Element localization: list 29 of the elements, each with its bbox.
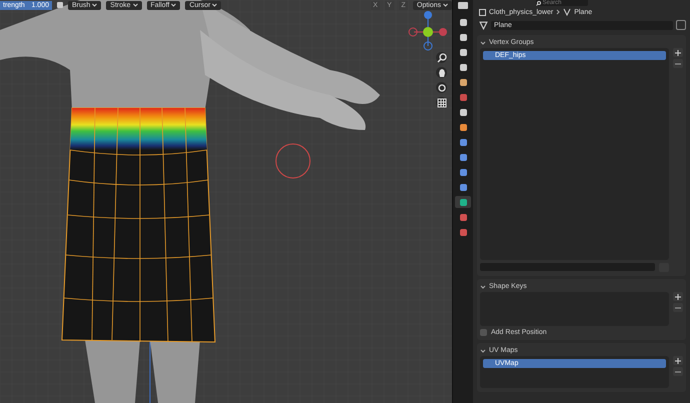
remove-button[interactable] — [673, 59, 683, 68]
caret-icon — [171, 3, 176, 7]
plus-icon — [675, 50, 681, 56]
minus-icon — [675, 368, 681, 374]
caret-icon — [92, 3, 98, 7]
plus-icon — [675, 358, 681, 364]
chevron-icon[interactable] — [480, 40, 486, 46]
minus-icon — [675, 304, 681, 310]
add-button[interactable] — [673, 292, 683, 301]
plus-icon — [675, 294, 681, 300]
search-icon — [536, 0, 540, 6]
caret-icon — [132, 3, 138, 7]
mesh-icon — [563, 8, 572, 16]
add-button[interactable] — [673, 356, 683, 365]
checkbox[interactable] — [480, 329, 487, 336]
chevron-icon[interactable] — [480, 348, 486, 354]
axis-gizmo-icon — [408, 11, 447, 50]
chevron-right-icon — [556, 9, 560, 15]
brush-cursor-icon — [276, 144, 310, 178]
remove-button[interactable] — [673, 303, 683, 312]
chevron-icon[interactable] — [480, 284, 486, 290]
remove-button[interactable] — [673, 367, 683, 376]
minus-icon — [675, 60, 681, 66]
caret-icon — [212, 3, 218, 7]
object-icon — [479, 8, 486, 16]
properties-tab[interactable] — [455, 196, 471, 208]
mesh-data-icon[interactable] — [479, 20, 488, 30]
add-button[interactable] — [673, 48, 683, 57]
caret-icon — [443, 3, 448, 7]
